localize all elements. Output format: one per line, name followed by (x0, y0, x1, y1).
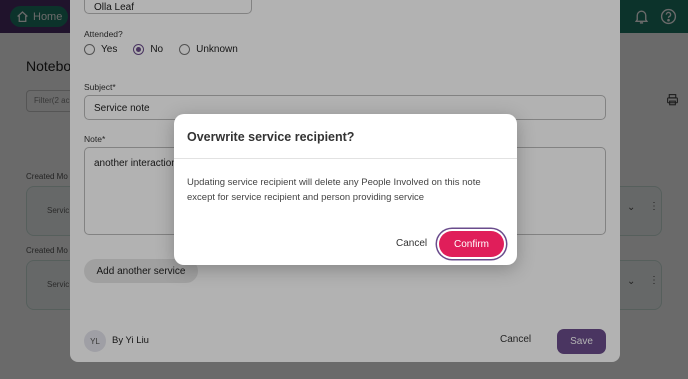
dialog-cancel-button[interactable]: Cancel (396, 238, 427, 249)
overwrite-confirmation-dialog: Overwrite service recipient? Updating se… (174, 114, 517, 265)
dialog-divider (174, 158, 517, 159)
dialog-message: Updating service recipient will delete a… (187, 177, 481, 203)
confirm-button[interactable]: Confirm (439, 231, 504, 257)
dialog-title: Overwrite service recipient? (187, 130, 355, 144)
